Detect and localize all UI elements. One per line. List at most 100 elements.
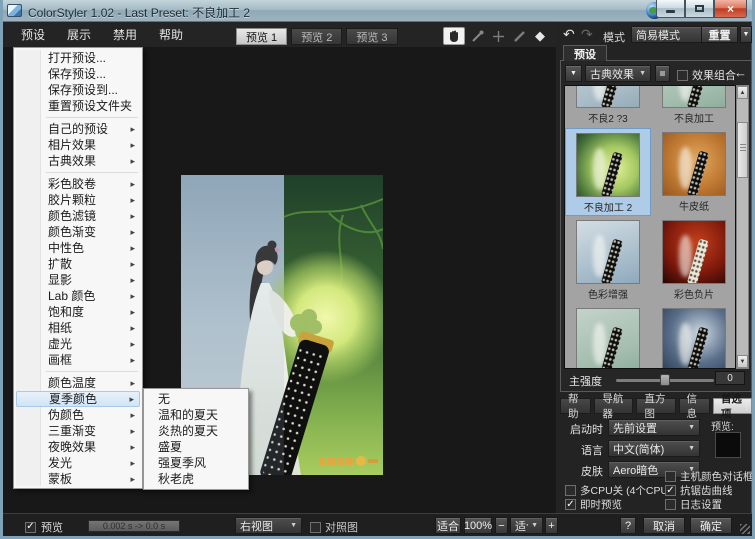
menu-item[interactable]: 三重渐变▸	[16, 423, 140, 439]
menubar-item[interactable]: 展示	[59, 23, 99, 46]
zoom-out-button[interactable]: −	[495, 517, 508, 534]
menu-item[interactable]: 蒙板▸	[16, 471, 140, 487]
menu-item[interactable]: 相纸▸	[16, 320, 140, 336]
preset-thumbnail[interactable]	[565, 304, 651, 369]
preset-thumbnail[interactable]: 不良加工	[651, 85, 736, 128]
menu-item[interactable]: 保存预设...	[16, 66, 140, 82]
menu-item[interactable]: 重置预设文件夹	[16, 98, 140, 114]
menu-item[interactable]: 相片效果▸	[16, 137, 140, 153]
pref-checkbox[interactable]: 主机颜色对话框	[665, 470, 754, 483]
redo-icon[interactable]: ↷	[581, 26, 593, 43]
info-tab[interactable]: 直方图	[636, 398, 675, 414]
strength-slider[interactable]	[616, 379, 714, 382]
eyedropper-icon	[471, 30, 484, 43]
eyedropper-tool[interactable]	[468, 27, 486, 45]
menu-item[interactable]: 夏季颜色▸	[16, 391, 140, 407]
preview-tab[interactable]: 预览 3	[346, 28, 397, 45]
submenu-item[interactable]: 秋老虎	[146, 471, 246, 487]
view-mode-select[interactable]: 右视图 ▼	[235, 517, 302, 534]
hand-tool[interactable]	[443, 27, 465, 45]
menu-item[interactable]: Lab 颜色▸	[16, 288, 140, 304]
menubar-item[interactable]: 帮助	[151, 23, 191, 46]
zoom-in-button[interactable]: +	[545, 517, 558, 534]
category-menu-button[interactable]: ▼	[565, 65, 582, 82]
menu-item[interactable]: 彩色胶卷▸	[16, 176, 140, 192]
measure-tool[interactable]	[510, 27, 528, 45]
pref-checkbox[interactable]: 日志设置	[665, 498, 754, 511]
reset-button[interactable]: 重置	[701, 26, 738, 43]
undo-icon[interactable]: ↶	[563, 26, 575, 43]
scroll-down-button[interactable]: ▼	[737, 355, 748, 368]
menu-item[interactable]: 虚光▸	[16, 336, 140, 352]
pref-checkbox[interactable]: ✓抗锯齿曲线	[665, 484, 754, 497]
slider-handle[interactable]	[660, 374, 670, 386]
cancel-button[interactable]: 取消	[643, 517, 685, 534]
menu-item[interactable]: 饱和度▸	[16, 304, 140, 320]
menu-item[interactable]: 中性色▸	[16, 240, 140, 256]
pref-checkbox[interactable]: 多CPU关 (4个CPU)	[565, 484, 672, 497]
zoom-100-button[interactable]: 100%	[464, 517, 492, 534]
zoom-mode-select[interactable]: 适合 ▼	[510, 517, 543, 534]
preset-thumbnail[interactable]: 牛皮纸	[651, 128, 736, 216]
help-button[interactable]: ?	[620, 517, 636, 534]
preset-thumbnail[interactable]: 彩色负片	[651, 216, 736, 304]
info-tab[interactable]: 导航器	[594, 398, 633, 414]
submenu-item[interactable]: 温和的夏天	[146, 407, 246, 423]
menu-item[interactable]: 夜晚效果▸	[16, 439, 140, 455]
submenu-item[interactable]: 无	[146, 391, 246, 407]
startup-select[interactable]: 先前设置 ▼	[608, 419, 700, 436]
crosshair-tool[interactable]	[489, 27, 507, 45]
scrollbar-thumb[interactable]	[737, 122, 748, 178]
preview-checkbox[interactable]: ✓ 预览	[25, 519, 63, 535]
preview-color-swatch[interactable]	[715, 432, 741, 458]
compare-checkbox[interactable]: 对照图	[310, 519, 358, 535]
menu-item[interactable]: 显影▸	[16, 272, 140, 288]
preset-thumbnail[interactable]	[651, 304, 736, 369]
maximize-button[interactable]	[685, 0, 714, 18]
collapse-left-icon[interactable]: ←	[734, 65, 747, 80]
category-options-button[interactable]	[655, 65, 670, 82]
category-select[interactable]: 古典效果 ▼	[585, 65, 651, 82]
preset-thumbnail-list[interactable]: 不良2 ?3不良加工不良加工 2牛皮纸色彩增强彩色负片	[564, 85, 736, 369]
menubar-item[interactable]: 禁用	[105, 23, 145, 46]
navigator-tool[interactable]: ◆	[531, 27, 549, 45]
menu-item[interactable]: 画框▸	[16, 352, 140, 368]
ok-button[interactable]: 确定	[690, 517, 732, 534]
preset-thumbnail[interactable]: 不良2 ?3	[565, 85, 651, 128]
collapse-up-icon[interactable]: ↑	[744, 399, 750, 413]
resize-grip[interactable]	[740, 524, 750, 534]
menu-item[interactable]: 颜色渐变▸	[16, 224, 140, 240]
menu-item[interactable]: 打开预设...	[16, 50, 140, 66]
menu-item[interactable]: 发光▸	[16, 455, 140, 471]
submenu-item[interactable]: 盛夏	[146, 439, 246, 455]
info-tab[interactable]: 信息	[679, 398, 710, 414]
close-button[interactable]: ×	[714, 0, 747, 18]
menu-item[interactable]: 胶片颗粒▸	[16, 192, 140, 208]
scroll-up-button[interactable]: ▲	[737, 86, 748, 99]
preview-tab[interactable]: 预览 1	[236, 28, 287, 45]
submenu-item[interactable]: 强夏季风	[146, 455, 246, 471]
menu-item[interactable]: 扩散▸	[16, 256, 140, 272]
info-tab[interactable]: 帮助	[560, 398, 591, 414]
menubar-item[interactable]: 预设	[13, 23, 53, 46]
menu-item[interactable]: 颜色温度▸	[16, 375, 140, 391]
menu-item[interactable]: 自己的预设▸	[16, 121, 140, 137]
menu-item[interactable]: 颜色滤镜▸	[16, 208, 140, 224]
menu-item[interactable]: 古典效果▸	[16, 153, 140, 169]
language-select[interactable]: 中文(简体) ▼	[608, 440, 700, 457]
pref-checkbox[interactable]: ✓即时预览	[565, 498, 672, 511]
menu-item[interactable]: 伪颜色▸	[16, 407, 140, 423]
menu-item[interactable]: 保存预设到...	[16, 82, 140, 98]
titlebar[interactable]: ColorStyler 1.02 - Last Preset: 不良加工 2 ×	[0, 0, 755, 22]
thumbnail-scrollbar[interactable]: ▲ ▼	[736, 85, 749, 369]
tab-presets[interactable]: 预设	[563, 45, 607, 61]
effect-combo-checkbox[interactable]: 效果组合	[677, 67, 736, 83]
preset-thumbnail[interactable]: 不良加工 2	[565, 128, 651, 216]
submenu-arrow-icon: ▸	[130, 208, 135, 224]
fit-button[interactable]: 适合	[435, 517, 461, 534]
preview-tab[interactable]: 预览 2	[291, 28, 342, 45]
preset-thumbnail[interactable]: 色彩增强	[565, 216, 651, 304]
reset-dropdown-button[interactable]: ▼	[740, 26, 752, 43]
minimize-button[interactable]	[656, 0, 685, 18]
submenu-item[interactable]: 炎热的夏天	[146, 423, 246, 439]
